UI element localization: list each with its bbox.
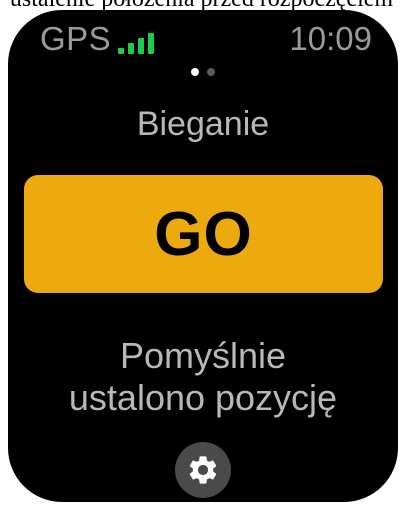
page-dot <box>191 68 199 76</box>
gps-status-line-1: Pomyślnie <box>119 335 287 376</box>
page-indicator <box>8 68 398 78</box>
go-button-label: GO <box>154 199 253 269</box>
signal-strength-icon <box>118 30 164 54</box>
signal-bar <box>138 38 144 54</box>
signal-bar <box>118 48 124 54</box>
gps-label: GPS <box>40 20 112 57</box>
status-bar: GPS 10:09 <box>8 10 398 62</box>
settings-button[interactable] <box>175 442 231 498</box>
watch-screen: GPS 10:09 Bieganie GO Pomyślnie ustalono… <box>8 10 398 502</box>
activity-name: Bieganie <box>136 105 270 143</box>
gps-status-line-2: ustalono pozycję <box>68 377 338 418</box>
page-dot <box>207 68 215 76</box>
gps-status-message: Pomyślnie ustalono pozycję <box>8 335 398 419</box>
go-button[interactable]: GO <box>24 175 383 293</box>
signal-bar <box>148 33 154 54</box>
signal-bar <box>128 43 134 54</box>
clock-time: 10:09 <box>289 20 372 57</box>
gear-icon <box>189 456 217 484</box>
